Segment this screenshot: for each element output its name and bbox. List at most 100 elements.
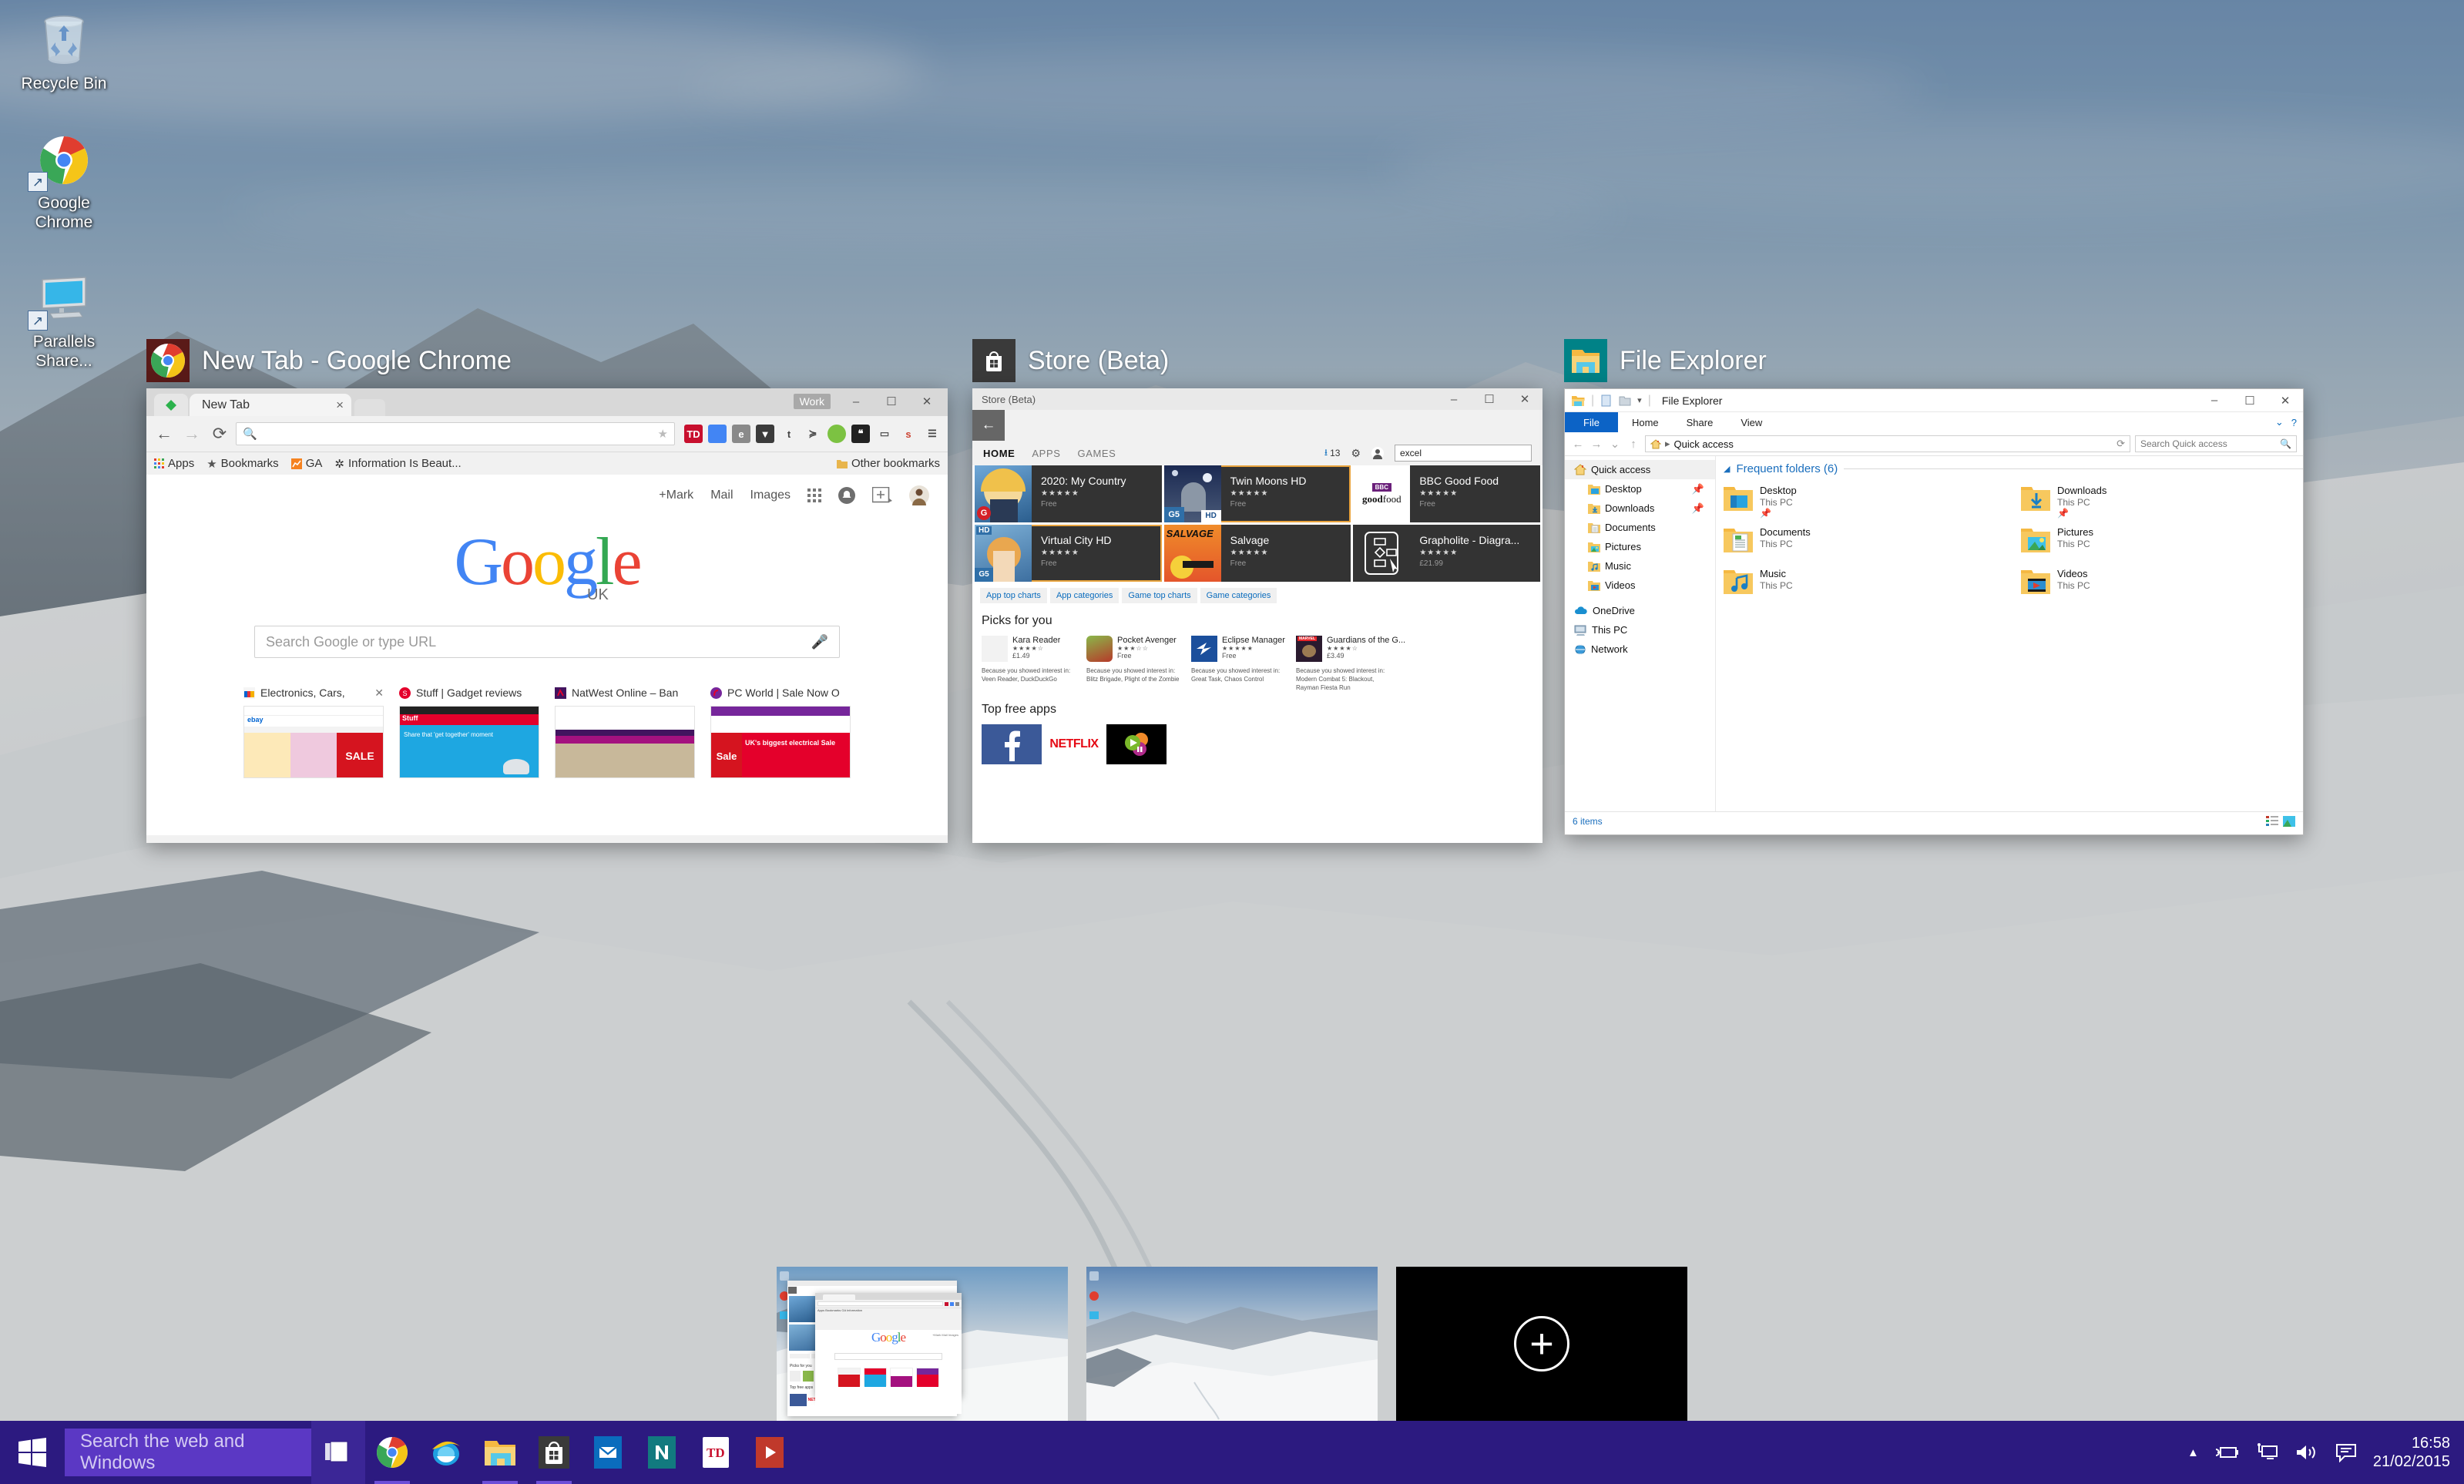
store-nav-games[interactable]: GAMES bbox=[1078, 448, 1116, 459]
collapse-triangle-icon[interactable]: ◢ bbox=[1724, 464, 1730, 474]
folder-item[interactable]: Downloads This PC 📌 bbox=[2021, 482, 2303, 523]
tree-node-onedrive[interactable]: OneDrive bbox=[1565, 601, 1715, 620]
add-virtual-desktop-button[interactable]: + bbox=[1396, 1267, 1687, 1421]
chevron-down-icon[interactable]: ⌄ bbox=[2275, 416, 2284, 428]
chevron-down-icon[interactable]: ▾ bbox=[1637, 395, 1642, 405]
tree-node-desktop[interactable]: Desktop 📌 bbox=[1565, 479, 1715, 499]
most-visited-tile[interactable]: Electronics, Cars, ✕ ebay SALE bbox=[243, 684, 384, 778]
bookmark-bookmarks[interactable]: ★ Bookmarks bbox=[206, 457, 278, 471]
reload-icon[interactable]: ⟳ bbox=[208, 422, 231, 445]
taskbar-app-onenote[interactable] bbox=[635, 1421, 689, 1484]
maximize-button[interactable]: ☐ bbox=[2232, 389, 2268, 412]
network-icon[interactable] bbox=[2256, 1443, 2279, 1462]
minimize-button[interactable]: – bbox=[838, 390, 874, 413]
store-app-tile[interactable]: Grapholite - Diagra... ★★★★★ £21.99 bbox=[1353, 525, 1540, 582]
free-app-tile[interactable] bbox=[982, 724, 1042, 764]
minimize-button[interactable]: – bbox=[2197, 389, 2232, 412]
refresh-icon[interactable]: ⟳ bbox=[2117, 438, 2125, 450]
close-button[interactable]: ✕ bbox=[909, 390, 945, 413]
ribbon-tab-file[interactable]: File bbox=[1565, 412, 1618, 432]
breadcrumb[interactable]: ▸ Quick access ⟳ bbox=[1645, 435, 2130, 452]
close-icon[interactable]: × bbox=[314, 398, 344, 413]
ribbon-tab-share[interactable]: Share bbox=[1673, 412, 1727, 432]
desktop-icon-parallels-share[interactable]: ↗ Parallels Share... bbox=[6, 266, 122, 371]
most-visited-tile[interactable]: PC World | Sale Now O Sale UK's biggest … bbox=[710, 684, 851, 778]
store-app-tile[interactable]: BBC goodfood BBC Good Food ★★★★★ Free bbox=[1353, 465, 1540, 522]
folder-item[interactable]: Pictures This PC bbox=[2021, 523, 2303, 565]
virtual-desktop-2[interactable] bbox=[1086, 1267, 1378, 1421]
tree-node-quick-access[interactable]: Quick access bbox=[1565, 460, 1715, 479]
evernote-extension-icon[interactable]: e bbox=[732, 425, 750, 443]
bookmark-star-icon[interactable]: ★ bbox=[658, 427, 668, 441]
volume-icon[interactable] bbox=[2294, 1443, 2319, 1462]
chrome-profile-badge[interactable]: Work bbox=[793, 394, 831, 409]
virtual-desktop-1[interactable]: Picks for you Top free apps NETFLIX Apps… bbox=[777, 1267, 1068, 1421]
close-button[interactable]: ✕ bbox=[1507, 388, 1543, 411]
store-nav-apps[interactable]: APPS bbox=[1032, 448, 1060, 459]
taskbar-app-store[interactable] bbox=[527, 1421, 581, 1484]
store-app-tile[interactable]: G 2020: My Country ★★★★★ Free bbox=[975, 465, 1162, 522]
store-nav-home[interactable]: HOME bbox=[983, 448, 1015, 459]
forward-icon[interactable]: → bbox=[180, 422, 203, 445]
pick-item[interactable]: Pocket Avenger ★★★☆☆ Free Because you sh… bbox=[1086, 636, 1185, 692]
taskbar-app-file-explorer[interactable] bbox=[473, 1421, 527, 1484]
s-extension-icon[interactable]: s bbox=[899, 425, 918, 443]
chrome-ntp-search-box[interactable]: Search Google or type URL 🎤 bbox=[254, 626, 840, 658]
large-icons-view-icon[interactable] bbox=[2283, 815, 2295, 827]
tree-node-downloads[interactable]: Downloads 📌 bbox=[1565, 499, 1715, 518]
bookmark-information-is-beautiful[interactable]: ✲ Information Is Beaut... bbox=[334, 457, 461, 471]
tree-node-videos[interactable]: Videos bbox=[1565, 576, 1715, 595]
chrome-menu-icon[interactable]: ☰ bbox=[923, 425, 942, 443]
details-view-icon[interactable] bbox=[2266, 815, 2278, 827]
maximize-button[interactable]: ☐ bbox=[874, 390, 909, 413]
store-window[interactable]: Store (Beta) – ☐ ✕ ← HOME APPS GAMES ⭳ 1… bbox=[972, 388, 1543, 843]
avatar[interactable] bbox=[909, 485, 929, 505]
new-tab-button[interactable] bbox=[354, 399, 385, 416]
explorer-search-input[interactable]: Search Quick access 🔍 bbox=[2135, 435, 2297, 452]
todoist-extension-icon[interactable]: TD bbox=[684, 425, 703, 443]
store-app-tile[interactable]: G5 HD Twin Moons HD ★★★★★ Free bbox=[1163, 465, 1351, 522]
most-visited-tile[interactable]: NatWest Online – Ban bbox=[555, 684, 695, 778]
taskbar-clock[interactable]: 16:58 21/02/2015 bbox=[2373, 1434, 2456, 1471]
downloads-indicator[interactable]: ⭳ 13 bbox=[1324, 445, 1341, 462]
google-nav-mail[interactable]: Mail bbox=[710, 489, 733, 502]
shield-extension-icon[interactable]: ▼ bbox=[756, 425, 774, 443]
store-app-tile[interactable]: HD G5 Virtual City HD ★★★★★ Free bbox=[975, 525, 1162, 582]
chrome-tab-new-tab[interactable]: New Tab × bbox=[190, 394, 351, 416]
taskbar-app-tweetdeck[interactable]: TD bbox=[689, 1421, 743, 1484]
maximize-button[interactable]: ☐ bbox=[1472, 388, 1507, 411]
pick-item[interactable]: Eclipse Manager ★★★★★ Free Because you s… bbox=[1191, 636, 1290, 692]
close-button[interactable]: ✕ bbox=[2268, 389, 2303, 412]
folder-item[interactable]: Documents This PC bbox=[1724, 523, 2006, 565]
pocket-extension-icon[interactable]: ≽ bbox=[804, 425, 822, 443]
ribbon-tab-home[interactable]: Home bbox=[1618, 412, 1673, 432]
forward-icon[interactable]: → bbox=[1590, 438, 1603, 451]
pick-item[interactable]: Kara Reader ★★★★☆ £1.49 Because you show… bbox=[982, 636, 1080, 692]
ribbon-tab-view[interactable]: View bbox=[1727, 412, 1776, 432]
taskview-card-store[interactable]: Store (Beta) Store (Beta) – ☐ ✕ ← HOME A… bbox=[972, 339, 1543, 843]
store-search-input[interactable]: excel bbox=[1395, 445, 1532, 462]
free-app-tile[interactable] bbox=[1106, 724, 1167, 764]
store-app-tile[interactable]: SALVAGE Salvage ★★★★★ Free bbox=[1163, 525, 1351, 582]
tree-node-this-pc[interactable]: This PC bbox=[1565, 620, 1715, 640]
chrome-window[interactable]: New Tab × Work – ☐ ✕ ← → ⟳ 🔍 ★ TD e ▼ t … bbox=[146, 388, 948, 843]
back-icon[interactable]: ← bbox=[972, 410, 1005, 441]
folder-item[interactable]: Videos This PC bbox=[2021, 565, 2303, 606]
pick-item[interactable]: MARVEL Guardians of the G... ★★★★☆ £3.49… bbox=[1296, 636, 1405, 692]
analytics-extension-icon[interactable] bbox=[708, 425, 727, 443]
category-link[interactable]: Game categories bbox=[1200, 588, 1277, 603]
google-nav-images[interactable]: Images bbox=[750, 489, 791, 502]
tree-node-music[interactable]: Music bbox=[1565, 556, 1715, 576]
free-app-tile[interactable]: NETFLIX bbox=[1044, 724, 1104, 764]
recent-locations-icon[interactable]: ⌄ bbox=[1608, 437, 1622, 451]
folder-item[interactable]: Music This PC bbox=[1724, 565, 2006, 606]
other-bookmarks-folder[interactable]: Other bookmarks bbox=[836, 457, 940, 470]
start-button[interactable] bbox=[0, 1421, 65, 1484]
folder-item[interactable]: Desktop This PC 📌 bbox=[1724, 482, 2006, 523]
tree-node-documents[interactable]: Documents bbox=[1565, 518, 1715, 537]
taskbar-search-input[interactable]: Search the web and Windows bbox=[65, 1429, 311, 1476]
help-icon[interactable]: ? bbox=[2291, 417, 2297, 428]
green-extension-icon[interactable] bbox=[827, 425, 846, 443]
back-icon[interactable]: ← bbox=[1571, 438, 1585, 451]
tumblr-extension-icon[interactable]: t bbox=[780, 425, 798, 443]
